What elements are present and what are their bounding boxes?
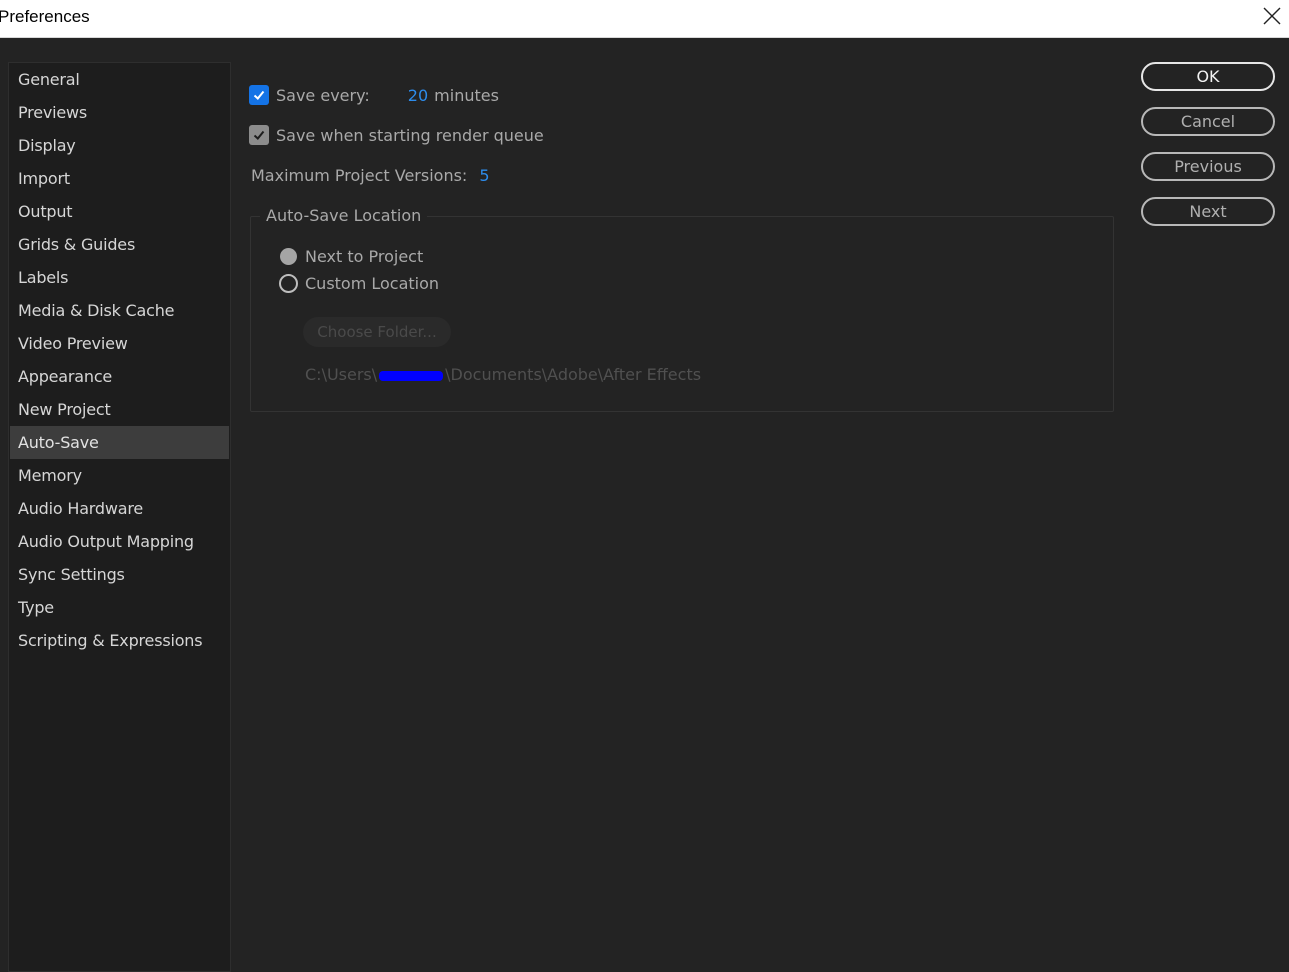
render-queue-checkbox[interactable] (249, 125, 269, 145)
save-every-label: Save every: (276, 85, 370, 105)
next-button[interactable]: Next (1141, 197, 1275, 226)
close-button[interactable] (1257, 0, 1287, 32)
sidebar-item-grids-guides[interactable]: Grids & Guides (10, 228, 229, 261)
sidebar-item-audio-output-mapping[interactable]: Audio Output Mapping (10, 525, 229, 558)
save-every-unit: minutes (434, 85, 499, 105)
sidebar-item-output[interactable]: Output (10, 195, 229, 228)
sidebar-item-audio-hardware[interactable]: Audio Hardware (10, 492, 229, 525)
redaction-mark (379, 370, 444, 381)
sidebar-item-general[interactable]: General (10, 63, 229, 96)
render-queue-label: Save when starting render queue (276, 125, 544, 145)
sidebar-item-auto-save[interactable]: Auto-Save (10, 426, 229, 459)
sidebar-item-appearance[interactable]: Appearance (10, 360, 229, 393)
dialog-body: General Previews Display Import Output G… (0, 39, 1289, 972)
path-suffix: \Documents\Adobe\After Effects (445, 365, 702, 384)
close-icon (1263, 7, 1281, 25)
save-every-value[interactable]: 20 (408, 86, 428, 105)
sidebar-item-type[interactable]: Type (10, 591, 229, 624)
radio-custom-location[interactable]: Custom Location (279, 271, 439, 295)
max-versions-value[interactable]: 5 (479, 166, 489, 185)
sidebar-item-display[interactable]: Display (10, 129, 229, 162)
previous-button[interactable]: Previous (1141, 152, 1275, 181)
radio-unselected-icon (279, 273, 298, 293)
auto-save-location-group: Auto-Save Location Next to Project Custo… (250, 206, 1114, 412)
radio-selected-icon (280, 247, 297, 265)
auto-save-path: C:\Users\ \Documents\Adobe\After Effects (305, 365, 701, 384)
sidebar-item-memory[interactable]: Memory (10, 459, 229, 492)
cancel-button[interactable]: Cancel (1141, 107, 1275, 136)
ok-button[interactable]: OK (1141, 62, 1275, 91)
render-queue-row: Save when starting render queue (249, 123, 544, 147)
max-versions-label: Maximum Project Versions: (251, 165, 468, 185)
choose-folder-button[interactable]: Choose Folder... (303, 317, 451, 347)
window-title: Preferences (0, 7, 90, 26)
max-versions-row: Maximum Project Versions: 5 (251, 163, 490, 187)
sidebar-item-scripting-expressions[interactable]: Scripting & Expressions (10, 624, 229, 657)
sidebar-item-previews[interactable]: Previews (10, 96, 229, 129)
save-every-checkbox[interactable] (249, 85, 269, 105)
save-every-row: Save every: 20 minutes (249, 83, 499, 107)
sidebar-item-labels[interactable]: Labels (10, 261, 229, 294)
title-bar: Preferences (0, 0, 1289, 38)
radio-next-to-project-label: Next to Project (305, 246, 424, 266)
radio-custom-location-label: Custom Location (305, 273, 440, 293)
checkmark-icon (253, 90, 265, 100)
radio-next-to-project[interactable]: Next to Project (279, 244, 423, 268)
auto-save-settings-panel: Save every: 20 minutes Save when startin… (248, 39, 1128, 963)
sidebar-item-media-disk-cache[interactable]: Media & Disk Cache (10, 294, 229, 327)
preferences-category-list: General Previews Display Import Output G… (8, 62, 231, 972)
sidebar-item-import[interactable]: Import (10, 162, 229, 195)
checkmark-icon (253, 130, 265, 140)
sidebar-item-new-project[interactable]: New Project (10, 393, 229, 426)
sidebar-item-sync-settings[interactable]: Sync Settings (10, 558, 229, 591)
auto-save-location-label: Auto-Save Location (260, 206, 428, 225)
path-prefix: C:\Users\ (305, 365, 378, 384)
sidebar-item-video-preview[interactable]: Video Preview (10, 327, 229, 360)
